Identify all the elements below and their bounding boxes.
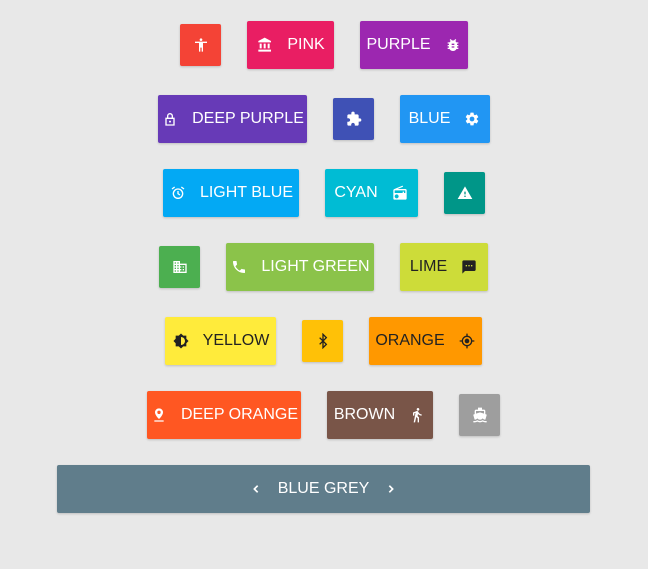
chevron-right-icon xyxy=(382,480,400,498)
alarm-icon xyxy=(169,184,187,202)
location-icon xyxy=(150,406,168,424)
orange-button[interactable]: ORANGE xyxy=(369,317,482,365)
chat-icon xyxy=(460,258,478,276)
deep-purple-button[interactable]: DEEP PURPLE xyxy=(158,95,307,143)
bank-icon xyxy=(256,36,274,54)
grey-icon-button[interactable] xyxy=(459,394,500,436)
blue-grey-button[interactable]: BLUE GREY xyxy=(57,465,590,513)
yellow-button-label: YELLOW xyxy=(202,332,270,349)
deep-orange-button[interactable]: DEEP ORANGE xyxy=(147,391,301,439)
light-green-button-label: LIGHT GREEN xyxy=(261,258,370,275)
brightness-icon xyxy=(172,332,190,350)
blue-button-label: BLUE xyxy=(408,110,451,127)
cyan-button[interactable]: CYAN xyxy=(325,169,418,217)
lock-open-icon xyxy=(161,110,179,128)
light-green-button[interactable]: LIGHT GREEN xyxy=(226,243,374,291)
lime-button[interactable]: LIME xyxy=(400,243,488,291)
warning-icon xyxy=(456,184,474,202)
lime-button-label: LIME xyxy=(409,258,448,275)
light-blue-button[interactable]: LIGHT BLUE xyxy=(163,169,299,217)
walk-icon xyxy=(408,406,426,424)
brown-button[interactable]: BROWN xyxy=(327,391,433,439)
extension-icon xyxy=(345,110,363,128)
cyan-button-label: CYAN xyxy=(334,184,378,201)
boat-icon xyxy=(471,406,489,424)
blue-button[interactable]: BLUE xyxy=(400,95,490,143)
gps-icon xyxy=(458,332,476,350)
accessibility-icon xyxy=(192,36,210,54)
green-icon-button[interactable] xyxy=(159,246,200,288)
bug-icon xyxy=(444,36,462,54)
deep-orange-button-label: DEEP ORANGE xyxy=(180,406,299,423)
gear-icon xyxy=(463,110,481,128)
red-icon-button[interactable] xyxy=(180,24,221,66)
blue-grey-button-label: BLUE GREY xyxy=(277,480,370,497)
business-icon xyxy=(171,258,189,276)
pink-button-label: PINK xyxy=(287,36,325,53)
brown-button-label: BROWN xyxy=(333,406,396,423)
phone-icon xyxy=(230,258,248,276)
deep-purple-button-label: DEEP PURPLE xyxy=(192,110,304,127)
amber-icon-button[interactable] xyxy=(302,320,343,362)
radio-icon xyxy=(391,184,409,202)
teal-icon-button[interactable] xyxy=(444,172,485,214)
light-blue-button-label: LIGHT BLUE xyxy=(199,184,294,201)
pink-button[interactable]: PINK xyxy=(247,21,334,69)
indigo-icon-button[interactable] xyxy=(333,98,374,140)
yellow-button[interactable]: YELLOW xyxy=(165,317,276,365)
purple-button[interactable]: PURPLE xyxy=(360,21,468,69)
bluetooth-icon xyxy=(314,332,332,350)
purple-button-label: PURPLE xyxy=(366,36,431,53)
orange-button-label: ORANGE xyxy=(375,332,445,349)
chevron-left-icon xyxy=(247,480,265,498)
